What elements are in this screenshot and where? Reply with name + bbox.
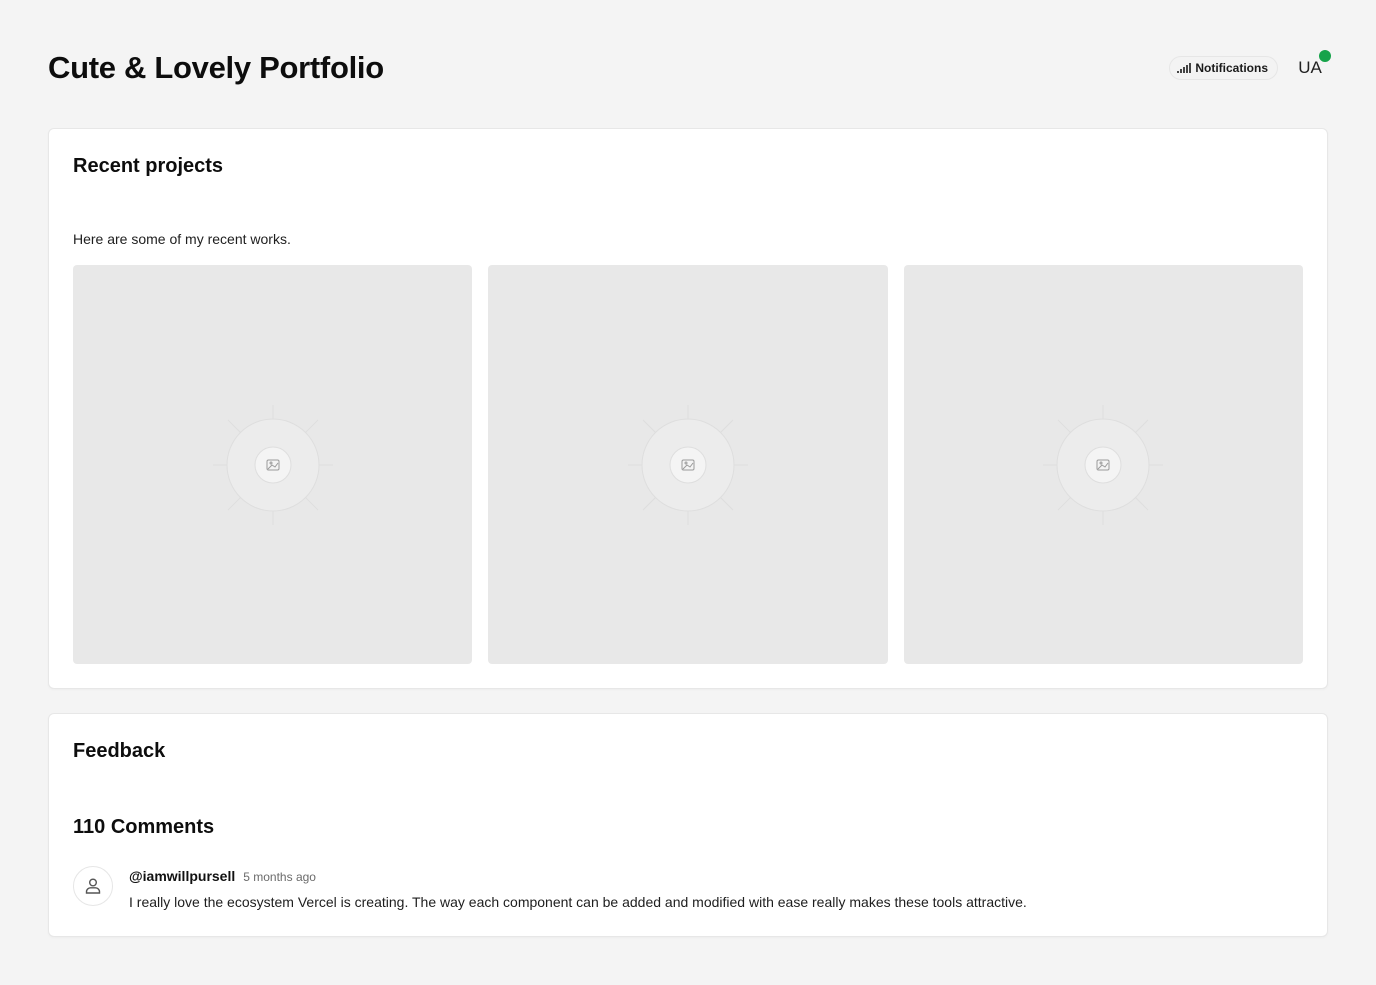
project-tile[interactable]	[903, 265, 1303, 664]
user-icon	[85, 878, 101, 894]
recent-projects-card: Recent projects Here are some of my rece…	[48, 128, 1328, 689]
image-placeholder-icon	[212, 404, 333, 525]
project-grid	[73, 265, 1303, 664]
project-tile[interactable]	[488, 265, 888, 664]
notifications-button[interactable]: Notifications	[1169, 56, 1278, 80]
comments-count: 110 Comments	[73, 816, 215, 838]
image-placeholder-icon	[627, 404, 748, 525]
page: Cute & Lovely Portfolio Notifications UA…	[0, 0, 1376, 985]
comment-timestamp: 5 months ago	[243, 870, 316, 884]
page-header: Cute & Lovely Portfolio Notifications UA	[48, 40, 1331, 96]
header-actions: Notifications UA	[1169, 50, 1331, 86]
comment-author[interactable]: @iamwillpursell	[129, 868, 235, 884]
recent-projects-description: Here are some of my recent works.	[73, 231, 291, 247]
comment-meta: @iamwillpursell 5 months ago	[129, 868, 316, 884]
notifications-label: Notifications	[1195, 61, 1268, 75]
page-title: Cute & Lovely Portfolio	[48, 50, 384, 85]
user-avatar[interactable]: UA	[1292, 50, 1331, 86]
online-status-dot	[1319, 50, 1331, 62]
comment-item: @iamwillpursell 5 months ago I really lo…	[73, 864, 1303, 910]
avatar-initials: UA	[1298, 58, 1322, 77]
recent-projects-title: Recent projects	[73, 155, 224, 177]
feedback-title: Feedback	[73, 740, 166, 762]
image-placeholder-icon	[1043, 404, 1164, 525]
signal-bars-icon	[1177, 63, 1192, 73]
project-tile[interactable]	[73, 265, 473, 664]
comment-avatar	[73, 866, 113, 906]
comment-text: I really love the ecosystem Vercel is cr…	[129, 894, 1027, 910]
feedback-card: Feedback 110 Comments @iamwillpursell 5 …	[48, 713, 1328, 937]
